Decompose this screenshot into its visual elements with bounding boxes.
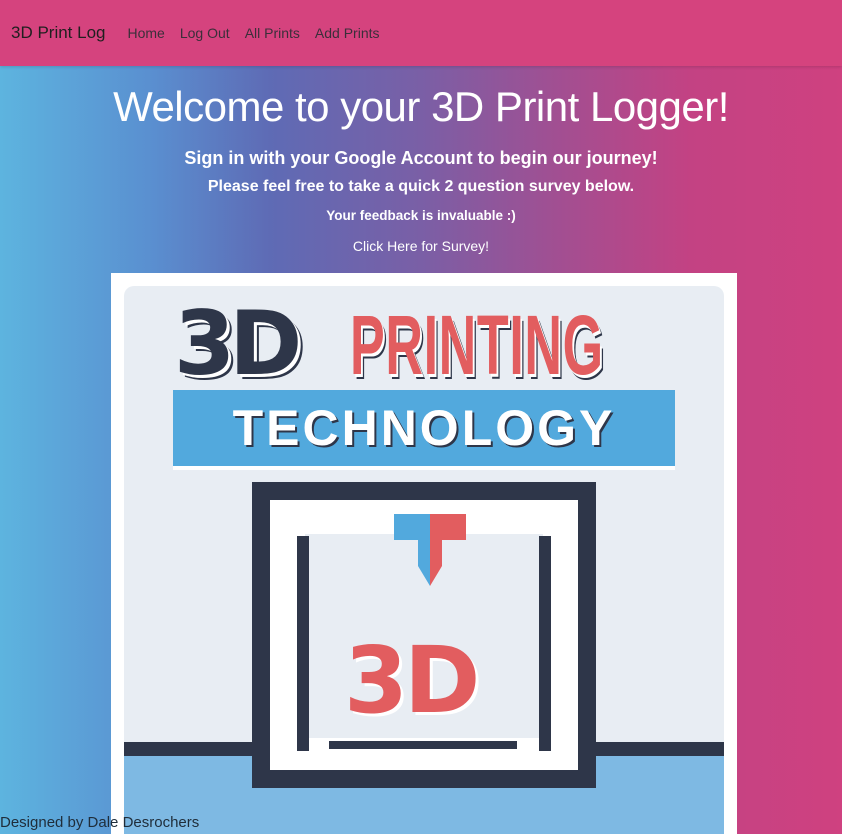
hero-illustration: 3D PRINTING TECHNOLOGY 3D (124, 286, 724, 834)
banner-underline (173, 466, 675, 470)
printer-right-rail (539, 536, 551, 751)
print-bed (329, 741, 517, 749)
hero-technology-banner: TECHNOLOGY (173, 390, 675, 466)
hero-printing-text: PRINTING (350, 298, 604, 392)
nav-logout-link[interactable]: Log Out (180, 25, 230, 41)
nav-home-link[interactable]: Home (128, 25, 165, 41)
printer-nozzle-icon (394, 514, 466, 586)
printer-left-rail (297, 536, 309, 751)
printed-3d-object: 3D (344, 627, 480, 734)
sign-in-message: Sign in with your Google Account to begi… (184, 148, 658, 168)
top-navbar: 3D Print Log Home Log Out All Prints Add… (0, 0, 842, 66)
hero-image: 3D PRINTING TECHNOLOGY 3D (111, 273, 737, 834)
feedback-message: Your feedback is invaluable :) (326, 208, 516, 223)
survey-link[interactable]: Click Here for Survey! (353, 237, 489, 255)
main-content: Welcome to your 3D Print Logger! Sign in… (0, 66, 842, 256)
page-title: Welcome to your 3D Print Logger! (113, 83, 729, 130)
nav-links: Home Log Out All Prints Add Prints (120, 25, 387, 41)
nav-add-prints-link[interactable]: Add Prints (315, 25, 380, 41)
brand-link[interactable]: 3D Print Log (11, 23, 106, 43)
hero-3d-text: 3D (174, 292, 302, 395)
footer-credit: Designed by Dale Desrochers (0, 814, 200, 831)
nav-all-prints-link[interactable]: All Prints (245, 25, 300, 41)
survey-message: Please feel free to take a quick 2 quest… (207, 178, 635, 195)
